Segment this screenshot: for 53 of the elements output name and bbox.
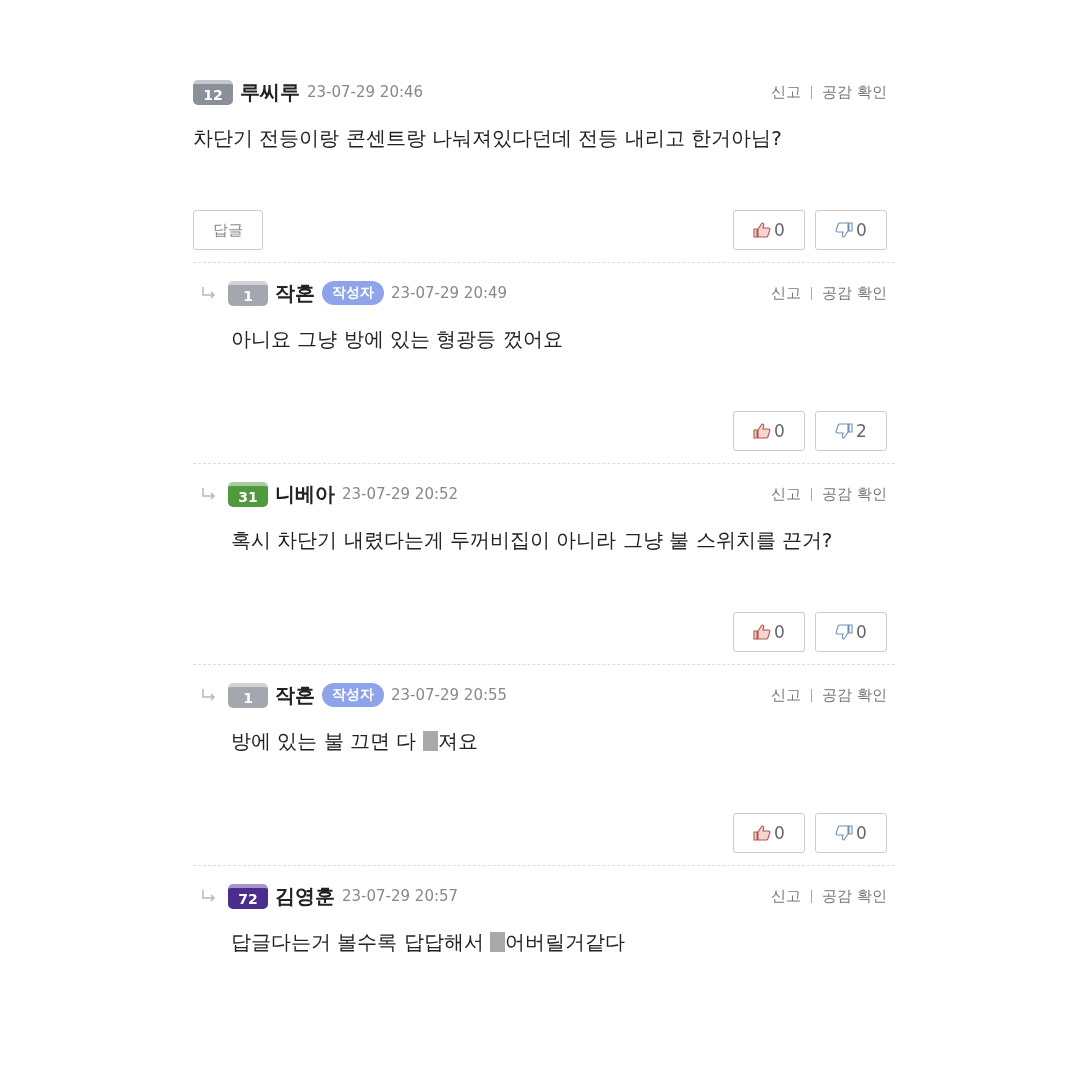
author-name: 작혼 [275, 681, 315, 709]
likes-link[interactable]: 공감 확인 [822, 484, 887, 504]
upvote-button[interactable]: 0 [733, 210, 805, 250]
report-link[interactable]: 신고 [771, 82, 802, 102]
comment-date: 23-07-29 20:52 [342, 485, 459, 503]
author-name: 루씨루 [240, 78, 300, 106]
level-badge: 31 [228, 481, 268, 507]
report-link[interactable]: 신고 [771, 283, 802, 303]
author-name: 김영훈 [275, 882, 335, 910]
thumbs-up-icon [753, 222, 772, 238]
comment-text: 혹시 차단기 내렸다는게 두꺼비집이 아니라 그냥 불 스위치를 끈거? [230, 527, 834, 554]
likes-link[interactable]: 공감 확인 [822, 685, 887, 705]
comment-date: 23-07-29 20:49 [391, 284, 508, 302]
thumbs-up-icon [753, 624, 772, 640]
comment-date: 23-07-29 20:55 [391, 686, 508, 704]
comment-text: 아니요 그냥 방에 있는 형광등 껐어요 [230, 326, 564, 353]
report-link[interactable]: 신고 [771, 484, 802, 504]
comment-date: 23-07-29 20:46 [307, 83, 424, 101]
thumbs-down-icon [835, 423, 854, 439]
thumbs-up-icon [753, 423, 772, 439]
comment-date: 23-07-29 20:57 [342, 887, 459, 905]
level-badge: 72 [228, 883, 268, 909]
downvote-button[interactable]: 0 [815, 612, 887, 652]
reply-arrow-icon [201, 889, 217, 903]
comment-text: 답글다는거 볼수록 답답해서 어버릴거같다 [230, 929, 627, 956]
upvote-button[interactable]: 0 [733, 612, 805, 652]
upvote-button[interactable]: 0 [733, 813, 805, 853]
upvote-button[interactable]: 0 [733, 411, 805, 451]
reply-arrow-icon [201, 286, 217, 300]
author-name: 니베아 [275, 480, 335, 508]
likes-link[interactable]: 공감 확인 [822, 82, 887, 102]
author-name: 작혼 [275, 279, 315, 307]
report-link[interactable]: 신고 [771, 685, 802, 705]
level-badge: 1 [228, 280, 268, 306]
comment-text: 차단기 전등이랑 콘센트랑 나눠져있다던데 전등 내리고 한거아님? [193, 125, 783, 152]
reply-arrow-icon [201, 688, 217, 702]
report-link[interactable]: 신고 [771, 886, 802, 906]
reply-arrow-icon [201, 487, 217, 501]
downvote-button[interactable]: 0 [815, 813, 887, 853]
downvote-button[interactable]: 0 [815, 210, 887, 250]
level-badge: 12 [193, 79, 233, 105]
author-tag: 작성자 [322, 281, 384, 305]
thumbs-down-icon [835, 825, 854, 841]
thumbs-down-icon [835, 222, 854, 238]
reply-button[interactable]: 답글 [193, 210, 263, 250]
level-badge: 1 [228, 682, 268, 708]
thumbs-down-icon [835, 624, 854, 640]
thumbs-up-icon [753, 825, 772, 841]
likes-link[interactable]: 공감 확인 [822, 283, 887, 303]
comment-text: 방에 있는 불 끄면 다 져요 [230, 728, 479, 755]
author-tag: 작성자 [322, 683, 384, 707]
likes-link[interactable]: 공감 확인 [822, 886, 887, 906]
downvote-button[interactable]: 2 [815, 411, 887, 451]
